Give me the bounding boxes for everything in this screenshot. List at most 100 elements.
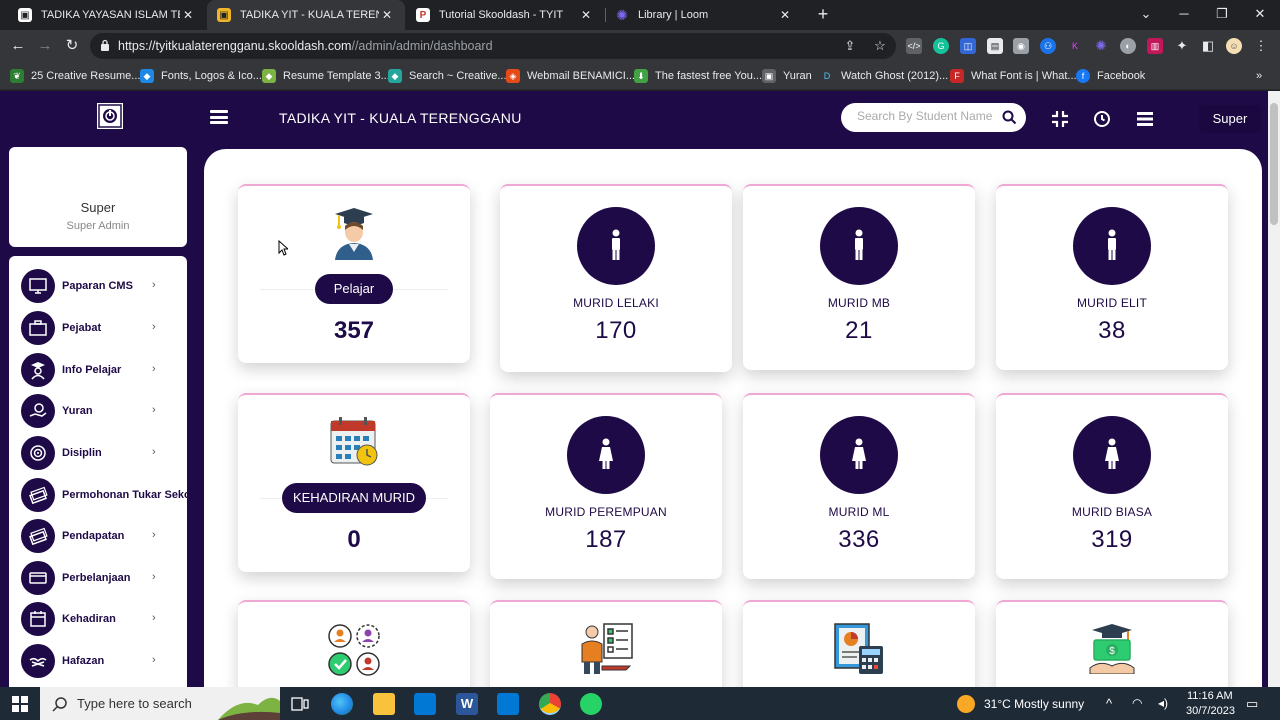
stat-card-murid-lelaki[interactable]: MURID LELAKI 170: [500, 184, 732, 372]
bookmark-item[interactable]: f Facebook: [1076, 68, 1145, 84]
stat-card-murid-perempuan[interactable]: MURID PEREMPUAN 187: [490, 393, 722, 579]
sidebar-item-perbelanjaan[interactable]: Perbelanjaan ›: [21, 560, 187, 596]
extension-icon[interactable]: ▥: [1147, 38, 1163, 54]
stat-card-murid-elit[interactable]: MURID ELIT 38: [996, 184, 1228, 370]
grammarly-icon[interactable]: G: [933, 38, 949, 54]
forward-icon[interactable]: →: [35, 36, 55, 56]
sidebar-item-disiplin[interactable]: Disiplin ›: [21, 435, 187, 471]
close-tab-icon[interactable]: ✕: [578, 8, 594, 22]
bookmark-item[interactable]: ◈ Webmail BENAMICI...: [506, 68, 635, 84]
page-scrollbar[interactable]: [1268, 91, 1280, 687]
bookmark-item[interactable]: ◆ Resume Template 3...: [262, 68, 390, 84]
side-panel-icon[interactable]: ◧: [1200, 38, 1216, 54]
browser-tab[interactable]: ✺ Library | Loom ✕: [605, 0, 803, 30]
stat-card-kehadiran-murid[interactable]: KEHADIRAN MURID 0: [238, 393, 470, 572]
sidebar-item-yuran[interactable]: Yuran ›: [21, 393, 187, 429]
student-search[interactable]: [841, 103, 1026, 132]
mail-icon[interactable]: [497, 693, 519, 715]
scrollbar-thumb[interactable]: [1270, 103, 1278, 225]
user-menu[interactable]: Super: [1199, 105, 1261, 133]
close-tab-icon[interactable]: ✕: [180, 8, 196, 22]
new-tab-button[interactable]: +: [813, 4, 833, 24]
graduation-money-icon: $: [1089, 624, 1135, 674]
browser-tab[interactable]: ▣ TADIKA YAYASAN ISLAM TERENGG ✕: [8, 0, 206, 30]
close-window-button[interactable]: ✕: [1242, 0, 1278, 30]
share-icon[interactable]: ⇪: [842, 38, 858, 54]
school-logo[interactable]: [95, 101, 125, 131]
clock-icon[interactable]: [1093, 110, 1111, 128]
more-bookmarks-icon[interactable]: »: [1256, 68, 1262, 84]
network-icon[interactable]: ◠: [1132, 696, 1142, 710]
bookmark-item[interactable]: F What Font is | What...: [950, 68, 1077, 84]
back-icon[interactable]: ←: [8, 36, 28, 56]
restore-button[interactable]: ❐: [1204, 0, 1240, 30]
menu-toggle-icon[interactable]: [210, 110, 228, 124]
close-tab-icon[interactable]: ✕: [777, 8, 793, 22]
taskbar-search[interactable]: Type here to search: [40, 687, 280, 720]
notifications-icon[interactable]: ▭: [1246, 696, 1258, 712]
show-hidden-icons-icon[interactable]: ^: [1106, 696, 1112, 711]
edge-browser-icon[interactable]: [331, 693, 353, 715]
stat-card-murid-biasa[interactable]: MURID BIASA 319: [996, 393, 1228, 579]
extension-icon[interactable]: ◫: [960, 38, 976, 54]
stat-card-kewangan[interactable]: $: [996, 600, 1228, 687]
weather-text[interactable]: 31°C Mostly sunny: [984, 697, 1084, 711]
bookmark-item[interactable]: D Watch Ghost (2012)...: [820, 68, 948, 84]
close-tab-icon[interactable]: ✕: [379, 8, 395, 22]
sidebar-item-hafazan[interactable]: Hafazan ›: [21, 643, 187, 679]
microsoft-store-icon[interactable]: [414, 693, 436, 715]
extension-icon[interactable]: ⚇: [1040, 38, 1056, 54]
sidebar-item-label: Paparan CMS: [62, 280, 133, 292]
volume-icon[interactable]: ◂): [1158, 696, 1168, 710]
clock-time[interactable]: 11:16 AM: [1187, 690, 1233, 702]
profile-avatar[interactable]: ☺: [1226, 38, 1242, 54]
kehadiran-murid-button[interactable]: KEHADIRAN MURID: [282, 483, 426, 513]
minimize-button[interactable]: ─: [1166, 0, 1202, 30]
extension-icon[interactable]: ◐: [1120, 38, 1136, 54]
bookmark-item[interactable]: ▣ Yuran: [762, 68, 812, 84]
bookmark-item[interactable]: ◆ Fonts, Logos & Ico...: [140, 68, 262, 84]
sidebar-item-paparan-cms[interactable]: Paparan CMS ›: [21, 268, 187, 304]
bookmark-item[interactable]: ⬇ The fastest free You...: [634, 68, 762, 84]
bookmark-star-icon[interactable]: ☆: [872, 38, 888, 54]
sidebar-item-permohonan-tukar-sekolah[interactable]: Permohonan Tukar Seko: [21, 477, 187, 513]
sidebar-item-kehadiran[interactable]: Kehadiran ›: [21, 601, 187, 637]
camera-icon[interactable]: ◉: [1013, 38, 1029, 54]
extension-icon[interactable]: </>: [906, 38, 922, 54]
loom-icon[interactable]: ✺: [1093, 38, 1109, 54]
sidebar-item-info-pelajar[interactable]: Info Pelajar ›: [21, 352, 187, 388]
menu-kebab-icon[interactable]: ⋮: [1253, 38, 1269, 54]
pelajar-button[interactable]: Pelajar: [315, 274, 393, 304]
stat-card-pelajar[interactable]: Pelajar 357: [238, 184, 470, 363]
browser-tab-active[interactable]: ▣ TADIKA YIT - KUALA TERENGGANU ✕: [207, 0, 405, 30]
extension-icon[interactable]: ▤: [987, 38, 1003, 54]
weather-sun-icon[interactable]: [957, 695, 975, 713]
extensions-puzzle-icon[interactable]: ✦: [1174, 38, 1190, 54]
stat-card-laporan[interactable]: [743, 600, 975, 687]
task-view-icon[interactable]: [289, 693, 311, 715]
stat-card-staf[interactable]: [490, 600, 722, 687]
chrome-icon[interactable]: [539, 693, 561, 715]
reload-icon[interactable]: ↻: [62, 36, 82, 56]
sidebar-item-pejabat[interactable]: Pejabat ›: [21, 310, 187, 346]
tab-search-icon[interactable]: ⌄: [1128, 0, 1164, 30]
address-bar[interactable]: https://tyitkualaterengganu.skooldash.co…: [90, 33, 896, 59]
whatsapp-icon[interactable]: [580, 693, 602, 715]
search-icon[interactable]: [1002, 110, 1017, 125]
sidebar-item-pendapatan[interactable]: Pendapatan ›: [21, 518, 187, 554]
word-icon[interactable]: W: [456, 693, 478, 715]
bookmark-item[interactable]: ❦ 25 Creative Resume...: [10, 68, 140, 84]
file-explorer-icon[interactable]: [373, 693, 395, 715]
bookmark-item[interactable]: ◆ Search ~ Creative...: [388, 68, 507, 84]
sidebar-item-label: Disiplin: [62, 447, 102, 459]
search-input[interactable]: [857, 109, 993, 123]
extension-icon[interactable]: K: [1067, 38, 1083, 54]
windows-start-icon[interactable]: [12, 696, 28, 712]
browser-tab[interactable]: P Tutorial Skooldash - TYIT ✕: [406, 0, 604, 30]
stat-card-guru[interactable]: [238, 600, 470, 687]
list-settings-icon[interactable]: [1136, 110, 1154, 128]
stat-card-murid-mb[interactable]: MURID MB 21: [743, 184, 975, 370]
compress-icon[interactable]: [1051, 110, 1069, 128]
stat-card-murid-ml[interactable]: MURID ML 336: [743, 393, 975, 579]
clock-date[interactable]: 30/7/2023: [1186, 705, 1235, 717]
